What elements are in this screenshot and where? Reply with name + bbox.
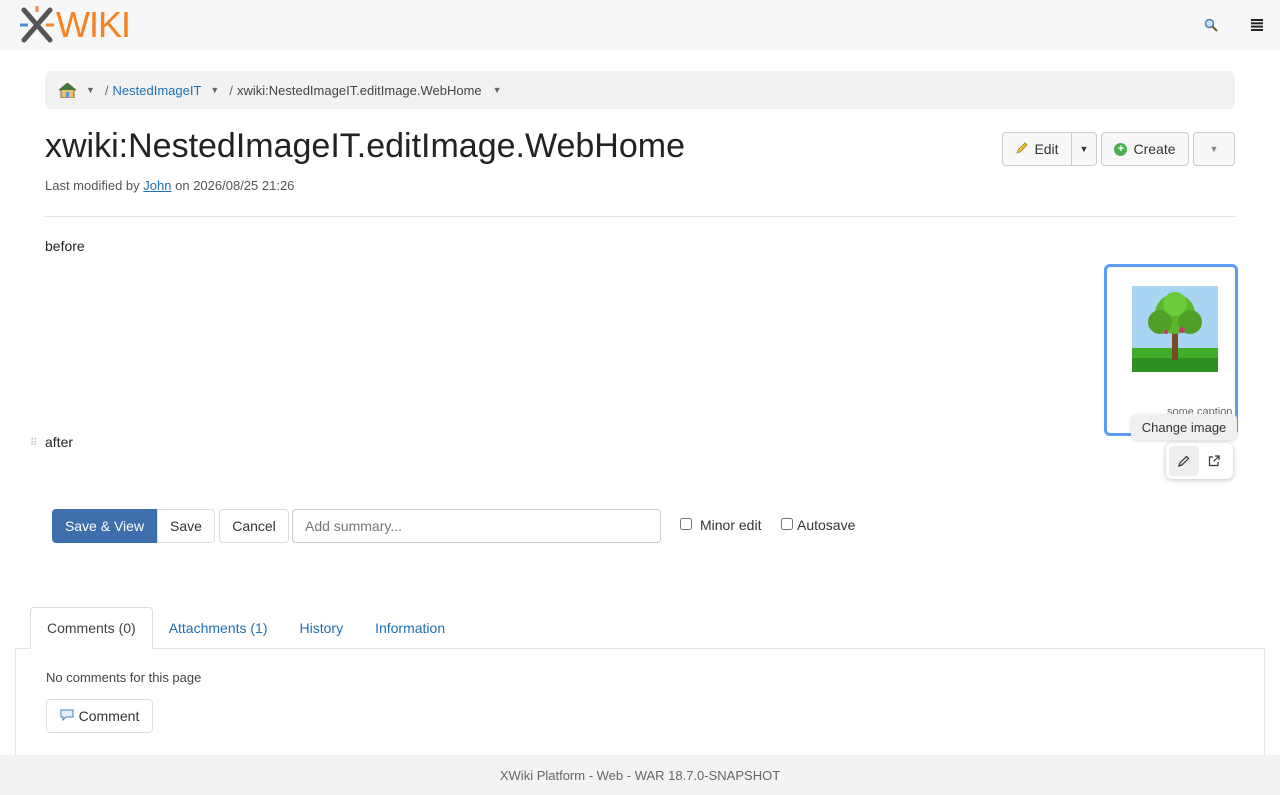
breadcrumb-separator: /: [104, 82, 109, 98]
tree-image[interactable]: [1132, 286, 1218, 372]
pencil-icon: [1015, 141, 1029, 158]
edit-button[interactable]: Edit: [1002, 132, 1072, 166]
top-bar: WIKI: [0, 0, 1280, 50]
paragraph-before[interactable]: before: [45, 238, 85, 254]
edit-menu-toggle[interactable]: ▼: [1071, 132, 1097, 166]
home-icon[interactable]: [59, 82, 77, 98]
breadcrumb-item-nestedimageit[interactable]: NestedImageIT: [113, 83, 202, 98]
tabs: Comments (0) Attachments (1) History Inf…: [30, 607, 461, 649]
external-link-icon: [1208, 455, 1220, 467]
logo-text: WIKI: [56, 4, 131, 45]
speech-bubble-icon: [60, 709, 74, 724]
more-actions-button[interactable]: ▼: [1193, 132, 1235, 166]
save-and-view-button[interactable]: Save & View: [52, 509, 157, 543]
open-image-button[interactable]: [1199, 446, 1229, 476]
paragraph-after[interactable]: after: [45, 434, 73, 450]
minor-edit-label[interactable]: Minor edit: [700, 517, 761, 533]
summary-input[interactable]: [292, 509, 661, 543]
chevron-down-icon[interactable]: ▼: [493, 85, 502, 95]
breadcrumb-item-current: xwiki:NestedImageIT.editImage.WebHome: [236, 82, 482, 98]
minor-edit-checkbox[interactable]: [680, 518, 692, 530]
footer-text: XWiki Platform - Web - WAR 18.7.0-SNAPSH…: [499, 767, 781, 783]
chevron-down-icon[interactable]: ▼: [86, 85, 95, 95]
tab-panel-comments: [15, 648, 1265, 758]
edit-label: Edit: [1034, 141, 1059, 157]
menu-icon[interactable]: [1248, 16, 1266, 34]
caret-down-icon: ▼: [1079, 144, 1089, 154]
xwiki-logo[interactable]: WIKI: [20, 4, 131, 45]
breadcrumb: ▼ / NestedImageIT ▼ / xwiki:NestedImageI…: [45, 71, 1235, 109]
footer: XWiki Platform - Web - WAR 18.7.0-SNAPSH…: [0, 755, 1280, 795]
last-modified-info: Last modified by John on 2026/08/25 21:2…: [45, 178, 294, 193]
xwiki-logo-mark: [20, 6, 54, 43]
autosave-checkbox[interactable]: [781, 518, 793, 530]
comment-button[interactable]: Comment: [46, 699, 153, 733]
no-comments-text: No comments for this page: [46, 670, 202, 685]
pencil-icon: [1178, 455, 1190, 467]
image-figure[interactable]: some caption: [1104, 264, 1238, 436]
page-title: xwiki:NestedImageIT.editImage.WebHome: [45, 127, 685, 165]
change-image-button[interactable]: [1169, 446, 1199, 476]
modified-prefix: Last modified by: [45, 178, 140, 193]
drag-handle-icon[interactable]: ⠿: [30, 439, 38, 455]
chevron-down-icon: ▼: [1209, 144, 1219, 154]
save-button[interactable]: Save: [157, 509, 215, 543]
modified-suffix: on 2026/08/25 21:26: [175, 178, 295, 193]
tab-attachments[interactable]: Attachments (1): [153, 607, 284, 649]
tab-information[interactable]: Information: [359, 607, 461, 649]
change-image-tooltip: Change image: [1131, 414, 1237, 440]
comment-label: Comment: [78, 708, 140, 724]
add-icon: +: [1114, 142, 1128, 156]
cancel-button[interactable]: Cancel: [219, 509, 289, 543]
chevron-down-icon[interactable]: ▼: [210, 85, 219, 95]
search-icon[interactable]: [1202, 16, 1220, 34]
create-label: Create: [1133, 141, 1176, 157]
breadcrumb-separator: /: [229, 82, 233, 98]
image-toolbar: [1166, 443, 1233, 479]
create-button[interactable]: + Create: [1101, 132, 1189, 166]
tab-history[interactable]: History: [284, 607, 360, 649]
tab-comments[interactable]: Comments (0): [30, 607, 153, 649]
autosave-label[interactable]: Autosave: [797, 517, 855, 533]
modified-user-link[interactable]: John: [143, 178, 171, 193]
divider: [45, 216, 1235, 217]
